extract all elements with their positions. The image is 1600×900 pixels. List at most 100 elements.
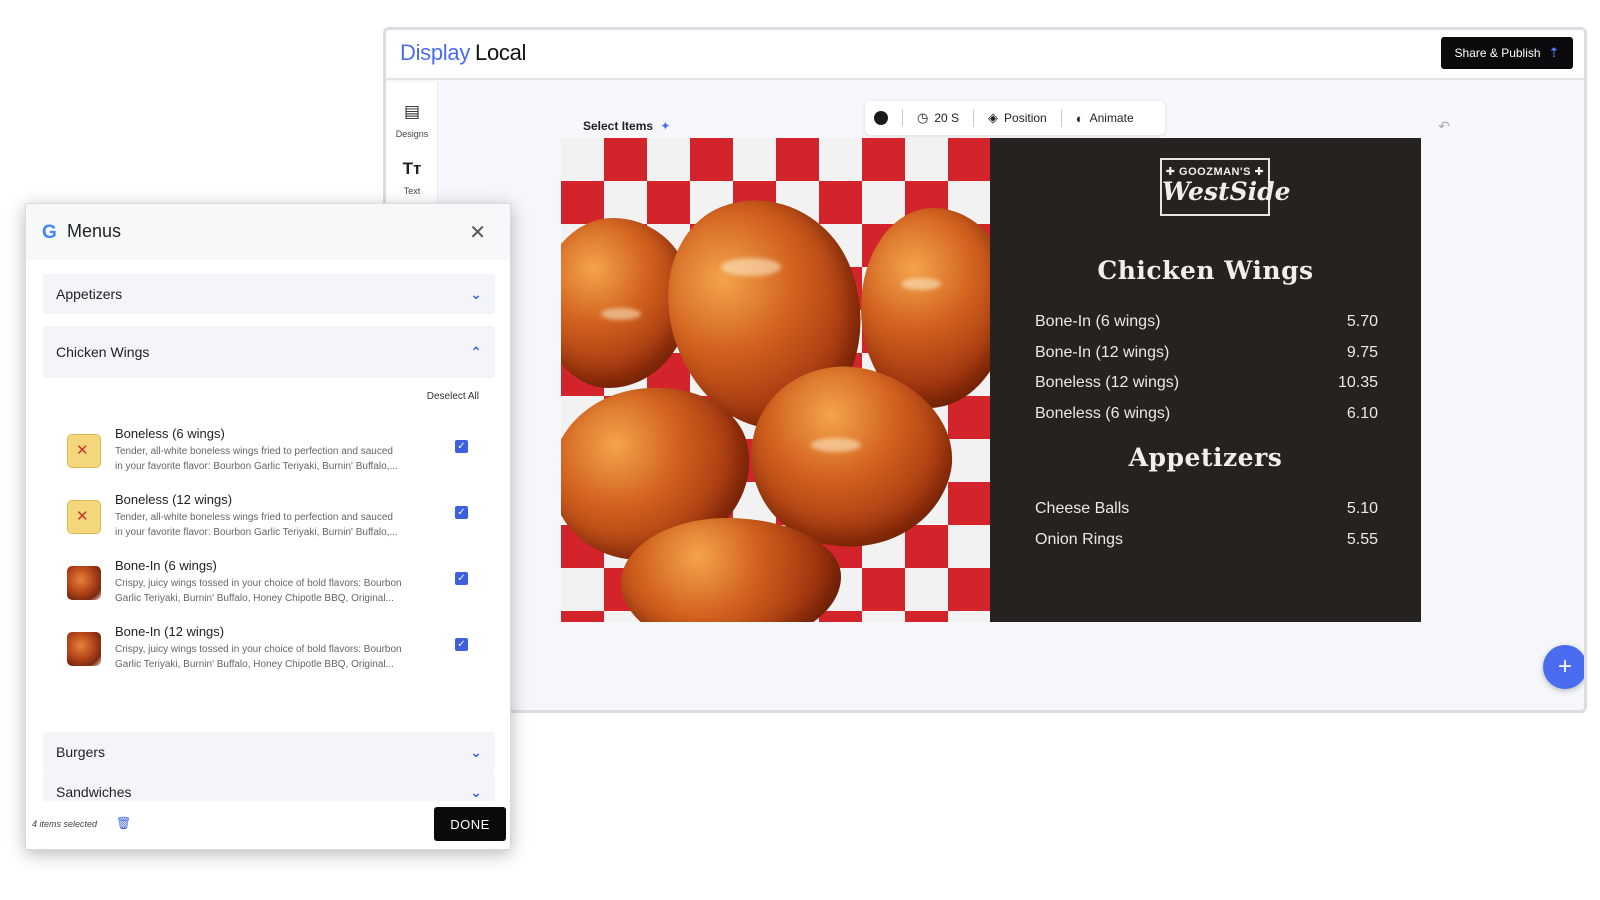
upload-icon: ⇡ [1548,45,1560,60]
menus-modal: G Menus ✕ Appetizers ⌄ Chicken Wings ⌃ D… [25,203,511,850]
category-label: Appetizers [56,286,123,302]
category-burgers[interactable]: Burgers ⌄ [43,732,495,772]
select-items-label: Select Items [583,119,654,133]
menu-item-name: Cheese Balls [1035,500,1130,517]
menu-item-price: 5.70 [1346,313,1378,330]
menu-item-price: 5.10 [1346,500,1378,517]
trash-icon[interactable]: 🗑 [116,816,131,830]
sauce-shine [811,438,861,452]
list-item[interactable]: Boneless (12 wings) Tender, all-white bo… [67,492,487,552]
sauce-shine [901,278,941,290]
sauce-shine [721,258,781,276]
color-swatch[interactable] [874,111,888,125]
close-icon[interactable]: ✕ [469,220,486,245]
editor-window: Display Local Share & Publish ⇡ ▤ Designs… [383,27,1587,713]
item-desc-line: Tender, all-white boneless wings fried t… [115,446,393,457]
sauce-shine [601,308,641,320]
item-thumbnail [67,434,101,468]
item-name: Boneless (12 wings) [115,492,233,507]
menu-item-price: 6.10 [1346,405,1378,422]
animate-button[interactable]: ◐ Animate [1076,111,1134,126]
chevron-down-icon: ⌄ [470,285,482,302]
menu-row: Bone-In (12 wings) 9.75 [1035,344,1378,362]
item-description: Tender, all-white boneless wings fried t… [115,444,435,474]
menu-row: Boneless (12 wings) 10.35 [1035,374,1378,392]
menu-row: Cheese Balls 5.10 [1035,500,1378,518]
done-button[interactable]: DONE [434,807,506,841]
undo-icon[interactable]: ↶ [1438,118,1450,135]
checkbox-icon[interactable]: ✓ [455,638,468,651]
top-bar: Display Local Share & Publish ⇡ [386,30,1584,80]
menu-item-price: 10.35 [1337,374,1378,391]
modal-footer: 4 items selected 🗑 DONE [26,801,510,849]
menu-item-price: 9.75 [1346,344,1378,361]
menu-item-name: Boneless (12 wings) [1035,374,1180,391]
item-description: Crispy, juicy wings tossed in your choic… [115,576,435,606]
duration-label: 20 S [934,111,960,125]
toolbar-divider [902,109,903,127]
brand-display: Display [400,40,471,65]
layers-icon: ◈ [988,110,999,125]
item-desc-line: Crispy, juicy wings tossed in your choic… [115,644,402,655]
menu-row: Onion Rings 5.55 [1035,531,1378,549]
item-desc-line: Tender, all-white boneless wings fried t… [115,512,393,523]
toolbar-divider [973,109,975,127]
category-appetizers[interactable]: Appetizers ⌄ [43,274,495,314]
toolbar-divider [1060,109,1062,127]
menu-row: Boneless (6 wings) 6.10 [1035,405,1378,423]
checkbox-icon[interactable]: ✓ [455,506,468,519]
item-desc-line: in your favorite flavor: Bourbon Garlic … [115,527,398,538]
westside-logo: ✚ GOOZMAN'S ✚ WestSide [1160,158,1291,216]
item-description: Tender, all-white boneless wings fried t… [115,510,435,540]
item-desc-line: Garlic Teriyaki, Burnin' Buffalo, Honey … [115,593,394,604]
selected-count: 4 items selected [32,819,98,829]
position-button[interactable]: ◈ Position [988,110,1047,126]
sparkle-icon: ✦ [660,119,671,133]
element-toolbar: ◷ 20 S ◈ Position ◐ Animate [865,101,1165,135]
list-item[interactable]: Bone-In (6 wings) Crispy, juicy wings to… [67,558,487,618]
position-label: Position [1004,111,1047,125]
list-item[interactable]: Bone-In (12 wings) Crispy, juicy wings t… [67,624,487,684]
rail-label-designs: Designs [395,129,429,139]
section-title-chicken-wings: Chicken Wings [1097,256,1314,285]
menu-panel: ✚ GOOZMAN'S ✚ WestSide Chicken Wings Bon… [990,138,1421,622]
select-items-button[interactable]: Select Items ✦ [583,119,670,133]
chevron-down-icon: ⌄ [470,783,482,800]
rail-item-text[interactable]: Tт Text [386,159,438,199]
item-name: Bone-In (6 wings) [115,558,217,573]
share-publish-button[interactable]: Share & Publish ⇡ [1441,37,1573,69]
designs-icon: ▤ [403,102,421,121]
google-icon: G [42,222,57,243]
rail-item-designs[interactable]: ▤ Designs [386,102,438,142]
item-name: Boneless (6 wings) [115,426,225,441]
checkbox-icon[interactable]: ✓ [455,440,468,453]
category-chicken-wings[interactable]: Chicken Wings ⌃ [43,326,495,378]
text-icon: Tт [402,159,422,178]
item-thumbnail [67,632,101,666]
item-thumbnail [67,566,101,600]
duration-button[interactable]: ◷ 20 S [917,110,959,126]
menu-board-canvas[interactable]: ✚ GOOZMAN'S ✚ WestSide Chicken Wings Bon… [561,138,1421,622]
share-publish-label: Share & Publish [1454,46,1541,60]
add-element-button[interactable]: + [1543,645,1584,689]
menu-item-name: Boneless (6 wings) [1035,405,1171,422]
logo-main-text: WestSide [1162,177,1291,206]
category-label: Burgers [56,744,106,760]
menu-item-name: Onion Rings [1035,531,1124,548]
section-title-appetizers: Appetizers [1128,443,1283,472]
checkbox-icon[interactable]: ✓ [455,572,468,585]
modal-header: G Menus ✕ [26,204,510,260]
item-desc-line: Crispy, juicy wings tossed in your choic… [115,578,402,589]
list-item[interactable]: Boneless (6 wings) Tender, all-white bon… [67,426,487,486]
deselect-all-button[interactable]: Deselect All [427,391,479,402]
brand-local: Local [475,40,527,65]
chevron-down-icon: ⌄ [470,743,482,760]
item-desc-line: in your favorite flavor: Bourbon Garlic … [115,461,398,472]
app-brand[interactable]: Display Local [400,40,526,66]
animate-label: Animate [1089,111,1134,125]
rail-label-text: Text [403,186,421,196]
item-description: Crispy, juicy wings tossed in your choic… [115,642,435,672]
chicken-wings-photo [561,138,990,622]
plus-icon: + [1557,653,1572,680]
category-label: Sandwiches [56,784,132,800]
